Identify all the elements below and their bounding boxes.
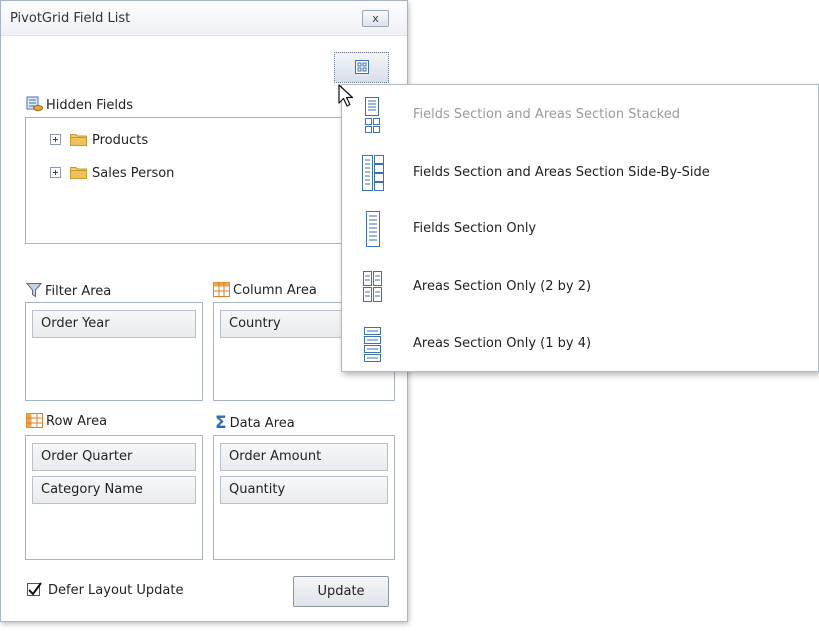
row-area-header: Row Area	[26, 413, 107, 432]
title-bar[interactable]: PivotGrid Field List x	[1, 1, 407, 36]
column-grid-icon	[213, 282, 230, 301]
menu-item-fields-only[interactable]: Fields Section Only	[342, 201, 818, 257]
row-area-box[interactable]: Order Quarter Category Name	[25, 435, 203, 560]
defer-checkbox[interactable]	[27, 582, 42, 596]
defer-label: Defer Layout Update	[48, 583, 184, 598]
column-area-header: Column Area	[213, 282, 317, 301]
field-chip-category-name[interactable]: Category Name	[32, 476, 196, 504]
field-chip-order-year[interactable]: Order Year	[32, 310, 196, 338]
menu-item-label: Fields Section and Areas Section Stacked	[413, 107, 680, 122]
layout-dropdown-menu: Fields Section and Areas Section Stacked…	[341, 84, 819, 372]
filter-area-header: Filter Area	[25, 282, 112, 302]
menu-item-areas-1x4[interactable]: Areas Section Only (1 by 4)	[342, 316, 818, 372]
data-area-box[interactable]: Order Amount Quantity	[213, 435, 395, 560]
menu-item-label: Fields Section Only	[413, 221, 537, 236]
field-chip-order-amount[interactable]: Order Amount	[220, 443, 388, 471]
layout-selector-button[interactable]	[334, 52, 389, 83]
checkmark-icon	[28, 582, 42, 596]
filter-area-box[interactable]: Order Year	[25, 302, 203, 401]
side-by-side-layout-icon	[362, 155, 384, 195]
tree-node-sales-person[interactable]: Sales Person	[50, 165, 174, 183]
hidden-fields-header: Hidden Fields	[26, 96, 133, 116]
menu-item-label: Areas Section Only (1 by 4)	[413, 336, 592, 351]
filter-funnel-icon	[25, 282, 43, 302]
expand-plus-icon[interactable]	[50, 134, 61, 149]
expand-plus-icon[interactable]	[50, 167, 61, 182]
hidden-fields-tree[interactable]: Products Sales Person	[25, 117, 395, 244]
menu-item-label: Fields Section and Areas Section Side-By…	[413, 165, 710, 180]
update-button[interactable]: Update	[293, 576, 389, 607]
menu-item-side-by-side[interactable]: Fields Section and Areas Section Side-By…	[342, 145, 818, 201]
menu-item-stacked[interactable]: Fields Section and Areas Section Stacked	[342, 87, 818, 143]
data-area-header: Σ Data Area	[215, 413, 295, 433]
tree-node-products[interactable]: Products	[50, 132, 148, 150]
field-chip-order-quarter[interactable]: Order Quarter	[32, 443, 196, 471]
fields-only-layout-icon	[362, 211, 384, 251]
folder-icon	[70, 165, 87, 183]
hidden-fields-label: Hidden Fields	[46, 98, 134, 113]
mouse-cursor-icon	[338, 84, 354, 107]
window-title: PivotGrid Field List	[10, 11, 131, 26]
data-area-label: Data Area	[229, 416, 295, 431]
close-icon: x	[372, 12, 379, 25]
stacked-layout-icon	[362, 97, 384, 137]
row-area-label: Row Area	[46, 414, 108, 429]
layout-grid-icon	[355, 60, 369, 74]
row-grid-icon	[26, 413, 43, 432]
column-area-label: Column Area	[233, 283, 317, 298]
folder-icon	[70, 132, 87, 150]
areas-1x4-layout-icon	[362, 326, 384, 366]
filter-area-label: Filter Area	[45, 284, 112, 299]
menu-item-areas-2x2[interactable]: Areas Section Only (2 by 2)	[342, 259, 818, 315]
sigma-icon: Σ	[215, 413, 227, 433]
close-button[interactable]: x	[362, 10, 389, 27]
tree-node-label: Sales Person	[92, 166, 175, 181]
areas-2x2-layout-icon	[362, 269, 384, 309]
hidden-fields-icon	[26, 96, 43, 116]
field-chip-quantity[interactable]: Quantity	[220, 476, 388, 504]
menu-item-label: Areas Section Only (2 by 2)	[413, 279, 592, 294]
tree-node-label: Products	[92, 133, 149, 148]
defer-layout-update[interactable]: Defer Layout Update	[27, 582, 184, 598]
